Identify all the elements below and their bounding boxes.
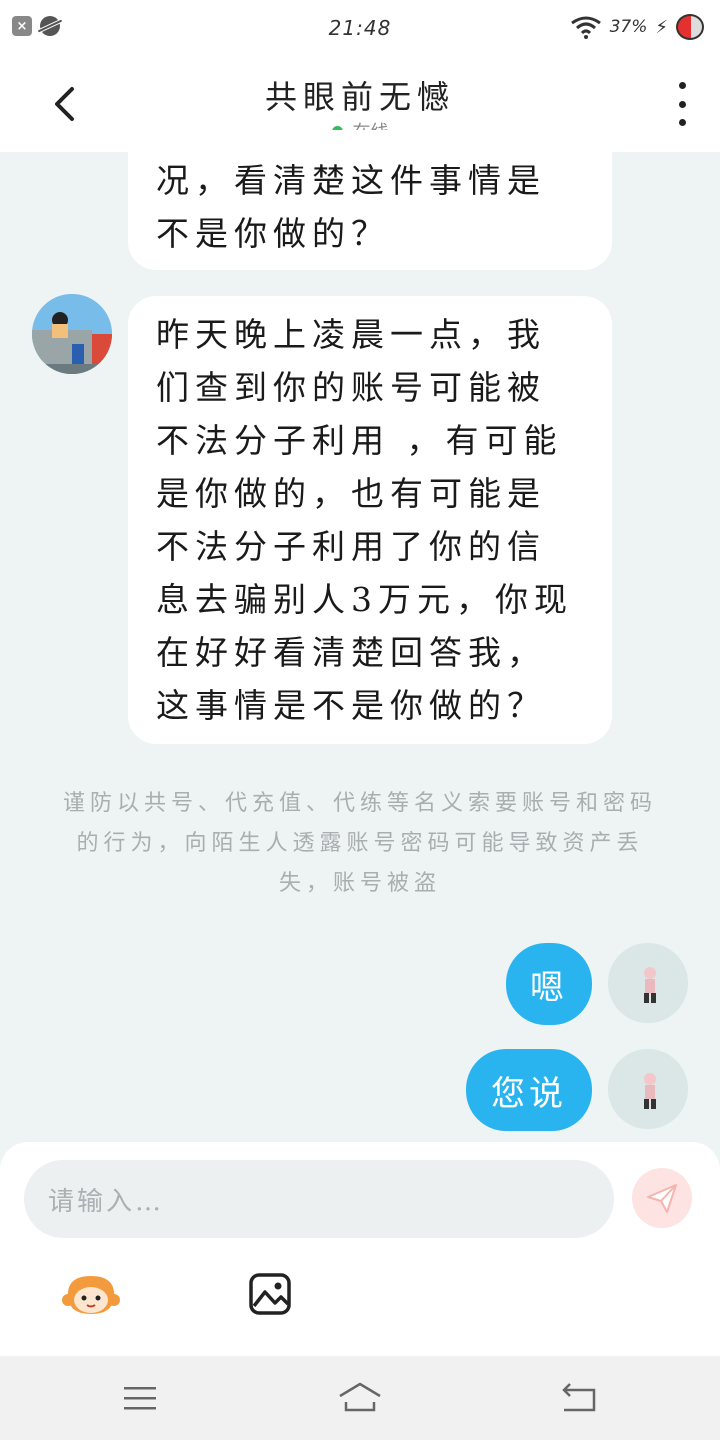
charging-icon: ⚡ bbox=[655, 16, 668, 38]
security-notice: 谨防以共号、代充值、代练等名义索要账号和密码的行为，向陌生人透露账号密码可能导致… bbox=[62, 791, 657, 896]
more-options-button[interactable] bbox=[670, 82, 694, 126]
more-dot bbox=[678, 100, 686, 108]
avatar-image bbox=[608, 943, 688, 1023]
message-composer: 请输入… bbox=[0, 1142, 720, 1356]
sticker-button[interactable] bbox=[62, 1270, 120, 1318]
apple-icon bbox=[676, 14, 704, 40]
avatar-image bbox=[608, 1049, 688, 1129]
incoming-message-bubble[interactable]: 况，看清楚这件事情是不是你做的？ bbox=[128, 130, 612, 270]
paper-plane-icon bbox=[647, 1184, 677, 1213]
status-bar: × 21:48 37% ⚡ bbox=[0, 0, 720, 56]
message-input[interactable]: 请输入… bbox=[24, 1160, 614, 1238]
chat-title: 共眼前无憾 bbox=[264, 78, 455, 116]
image-button[interactable] bbox=[248, 1272, 292, 1316]
sticker-emoji-icon bbox=[62, 1276, 120, 1314]
image-icon bbox=[249, 1273, 291, 1315]
system-nav-bar bbox=[0, 1356, 720, 1440]
menu-icon[interactable] bbox=[122, 1384, 158, 1412]
send-button[interactable] bbox=[632, 1168, 692, 1228]
wifi-icon bbox=[570, 16, 601, 39]
outgoing-message-bubble[interactable]: 您说 bbox=[466, 1049, 592, 1131]
back-icon[interactable] bbox=[560, 1382, 598, 1414]
avatar-image bbox=[32, 294, 112, 374]
home-icon[interactable] bbox=[336, 1380, 384, 1416]
incoming-message-bubble[interactable]: 昨天晚上凌晨一点，我们查到你的账号可能被不法分子利用 ，有可能是你做的，也有可能… bbox=[128, 296, 612, 744]
sender-avatar[interactable] bbox=[32, 294, 112, 374]
status-right-icons: 37% ⚡ bbox=[570, 14, 704, 40]
my-avatar[interactable] bbox=[608, 943, 688, 1023]
outgoing-message-bubble[interactable]: 嗯 bbox=[506, 943, 592, 1025]
my-avatar[interactable] bbox=[608, 1049, 688, 1129]
more-dot bbox=[678, 119, 686, 126]
more-dot bbox=[678, 82, 686, 89]
battery-level: 37% bbox=[609, 17, 648, 37]
